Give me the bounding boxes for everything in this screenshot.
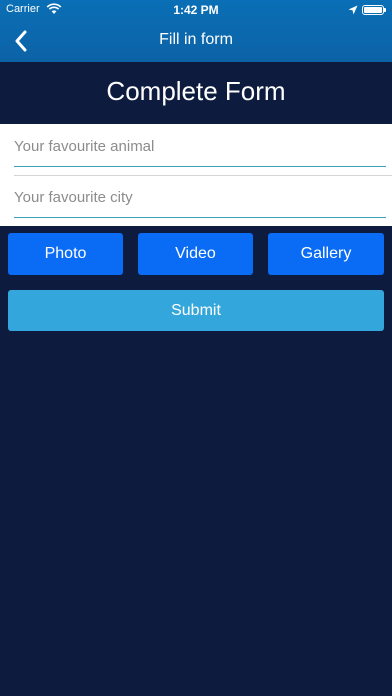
- photo-button[interactable]: Photo: [8, 233, 123, 275]
- favourite-city-input[interactable]: [14, 178, 386, 218]
- app-screen: Carrier 1:42 PM Fill in form Complete Fo…: [0, 0, 392, 696]
- status-bar: Carrier 1:42 PM: [0, 0, 392, 20]
- nav-title: Fill in form: [159, 31, 233, 48]
- status-time: 1:42 PM: [173, 3, 219, 17]
- battery-icon: [362, 5, 386, 15]
- location-arrow-icon: [348, 4, 358, 15]
- navigation-bar: Fill in form: [0, 20, 392, 62]
- top-bar: Carrier 1:42 PM Fill in form: [0, 0, 392, 62]
- gallery-button[interactable]: Gallery: [268, 233, 384, 275]
- field-divider: [14, 175, 392, 176]
- favourite-animal-input[interactable]: [14, 127, 386, 167]
- page-title: Complete Form: [106, 76, 286, 106]
- submit-button[interactable]: Submit: [8, 290, 384, 331]
- battery-level: [364, 7, 382, 13]
- form-card: [0, 124, 392, 226]
- video-button[interactable]: Video: [138, 233, 253, 275]
